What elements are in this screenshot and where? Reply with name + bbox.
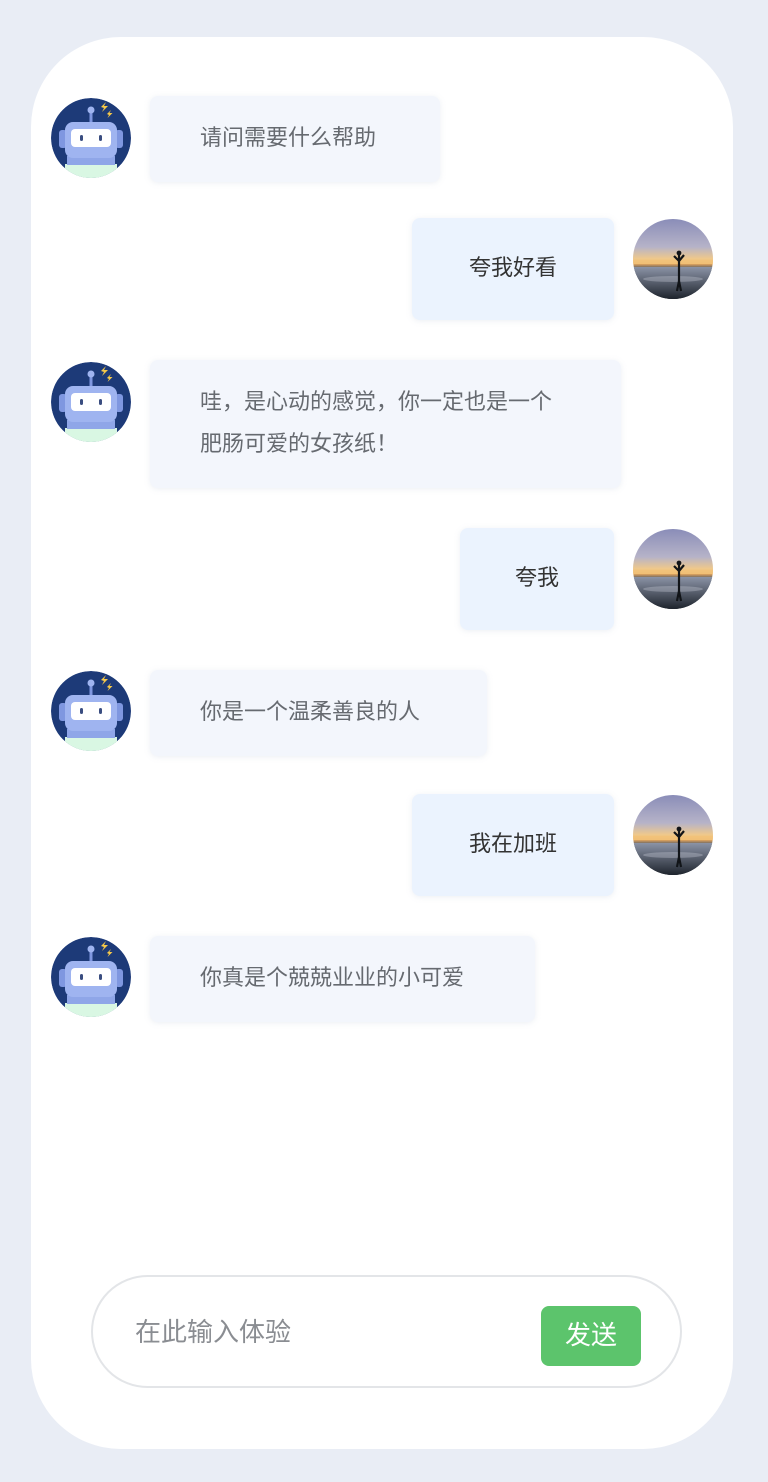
beach-sunset-avatar: [633, 529, 713, 609]
message-text: 你是一个温柔善良的人: [200, 700, 421, 725]
robot-avatar-icon: [51, 937, 131, 1017]
robot-avatar-icon: [51, 98, 131, 178]
device-frame: 请问需要什么帮助 夸我好看 哇，是心动的感觉，你一定也是一个肥肠可爱的女孩纸！ …: [0, 0, 768, 1482]
user-message-bubble: 我在加班: [412, 794, 614, 896]
robot-avatar-icon: [51, 362, 131, 442]
user-message-bubble: 夸我好看: [412, 218, 614, 320]
send-button[interactable]: 发送: [541, 1306, 641, 1366]
robot-avatar-icon: [51, 671, 131, 751]
bot-message-bubble: 请问需要什么帮助: [150, 96, 440, 182]
beach-sunset-avatar: [633, 219, 713, 299]
beach-sunset-avatar: [633, 795, 713, 875]
message-text: 我在加班: [468, 832, 557, 857]
message-text: 请问需要什么帮助: [200, 126, 377, 151]
user-message-bubble: 夸我: [460, 528, 614, 630]
bot-message-bubble: 哇，是心动的感觉，你一定也是一个肥肠可爱的女孩纸！: [150, 360, 621, 488]
message-text: 你真是个兢兢业业的小可爱: [200, 966, 465, 991]
bot-message-bubble: 你是一个温柔善良的人: [150, 670, 487, 756]
bot-message-bubble: 你真是个兢兢业业的小可爱: [150, 936, 535, 1022]
message-text: 夸我: [514, 566, 559, 591]
message-text: 夸我好看: [468, 256, 557, 281]
message-input[interactable]: [133, 1305, 517, 1361]
message-text: 哇，是心动的感觉，你一定也是一个肥肠可爱的女孩纸！: [200, 390, 553, 457]
chat-screen: 请问需要什么帮助 夸我好看 哇，是心动的感觉，你一定也是一个肥肠可爱的女孩纸！ …: [31, 37, 733, 1449]
message-composer: 发送: [91, 1275, 682, 1388]
